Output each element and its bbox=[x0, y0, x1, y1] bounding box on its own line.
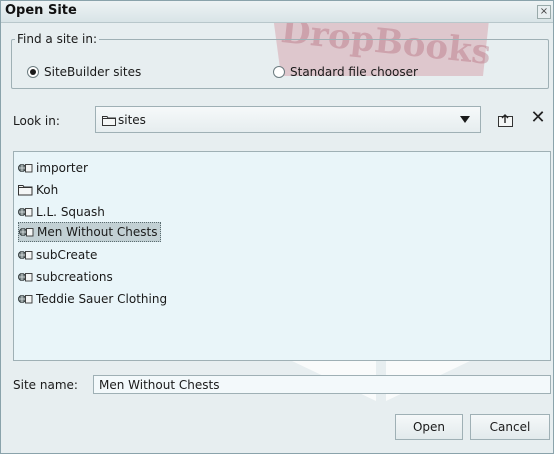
site-icon bbox=[18, 162, 33, 174]
site-icon bbox=[18, 206, 33, 218]
folder-icon bbox=[102, 116, 116, 126]
find-site-legend: Find a site in: bbox=[15, 32, 100, 46]
radio-unselected-icon[interactable] bbox=[273, 66, 285, 78]
close-icon[interactable]: × bbox=[537, 5, 551, 19]
list-item-label: Teddie Sauer Clothing bbox=[36, 292, 168, 306]
list-item-label: L.L. Squash bbox=[36, 205, 105, 219]
up-folder-icon[interactable] bbox=[497, 111, 515, 129]
dialog-title: Open Site bbox=[5, 3, 77, 18]
site-list[interactable]: importer Koh L.L. Squash Men Without Chests… bbox=[13, 151, 551, 361]
list-item-label: Men Without Chests bbox=[37, 225, 158, 239]
site-icon bbox=[18, 293, 33, 305]
radio-sitebuilder-label: SiteBuilder sites bbox=[44, 65, 142, 79]
list-item[interactable]: subcreations bbox=[18, 267, 116, 287]
radio-selected-icon[interactable] bbox=[27, 66, 39, 78]
list-item-label: subcreations bbox=[36, 270, 113, 284]
list-item[interactable]: subCreate bbox=[18, 245, 100, 265]
list-item[interactable]: Men Without Chests bbox=[18, 222, 162, 242]
list-item[interactable]: L.L. Squash bbox=[18, 202, 108, 222]
folder-icon bbox=[18, 184, 33, 196]
site-icon bbox=[18, 271, 33, 283]
chevron-down-icon[interactable] bbox=[460, 116, 470, 123]
site-name-field[interactable] bbox=[93, 375, 551, 394]
delete-icon[interactable]: ✕ bbox=[528, 108, 548, 128]
radio-standard-label: Standard file chooser bbox=[290, 65, 418, 79]
radio-standard-file-chooser[interactable]: Standard file chooser bbox=[273, 65, 418, 79]
look-in-value: sites bbox=[118, 113, 146, 127]
list-item[interactable]: Koh bbox=[18, 180, 61, 200]
site-name-label: Site name: bbox=[13, 378, 78, 392]
list-item-label: Koh bbox=[36, 183, 59, 197]
title-bar[interactable]: Open Site × bbox=[1, 1, 553, 23]
radio-sitebuilder-sites[interactable]: SiteBuilder sites bbox=[27, 65, 141, 79]
open-site-dialog: DropBooks Open Site × Find a site in: Si… bbox=[0, 0, 554, 454]
cancel-button[interactable]: Cancel bbox=[470, 414, 550, 440]
site-icon bbox=[18, 249, 33, 261]
list-item-label: subCreate bbox=[36, 248, 98, 262]
open-button[interactable]: Open bbox=[395, 414, 463, 440]
list-item[interactable]: importer bbox=[18, 158, 91, 178]
site-icon bbox=[19, 226, 34, 238]
look-in-dropdown[interactable]: sites bbox=[95, 106, 481, 133]
list-item[interactable]: Teddie Sauer Clothing bbox=[18, 289, 170, 309]
find-site-group bbox=[11, 39, 549, 89]
list-item-label: importer bbox=[36, 161, 88, 175]
look-in-label: Look in: bbox=[13, 114, 60, 128]
